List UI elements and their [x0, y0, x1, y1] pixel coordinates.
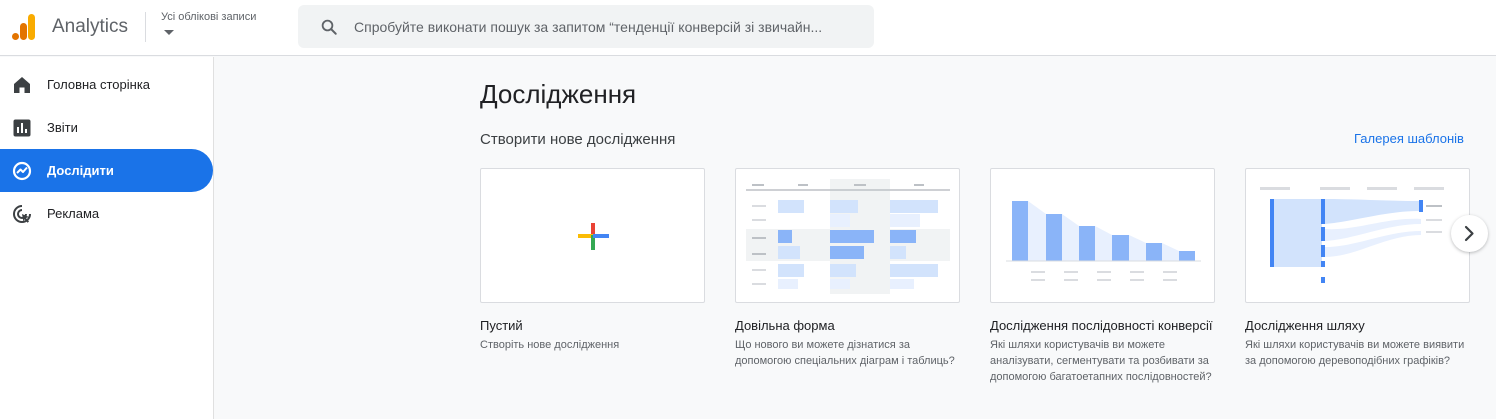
plus-icon: [578, 223, 609, 250]
page-title: Дослідження: [480, 79, 637, 109]
free-form-thumbnail: [746, 179, 950, 294]
bar-chart-icon: [13, 119, 31, 137]
nav-item-label: Звіти: [47, 120, 78, 135]
template-gallery-link[interactable]: Галерея шаблонів: [1354, 131, 1464, 146]
left-nav: Головна сторінка Звіти Дослідити Реклама: [0, 57, 214, 419]
analytics-logo-icon[interactable]: [12, 14, 36, 40]
funnel-exploration-card[interactable]: [990, 168, 1215, 303]
header-divider: [145, 12, 146, 42]
app-name: Analytics: [52, 16, 129, 37]
funnel-thumbnail: [1006, 201, 1201, 281]
nav-item-home[interactable]: Головна сторінка: [0, 63, 213, 106]
nav-item-explore[interactable]: Дослідити: [0, 149, 213, 192]
nav-item-label: Реклама: [47, 206, 100, 221]
card-title: Дослідження послідовності конверсії: [990, 318, 1213, 333]
path-thumbnail: [1260, 187, 1444, 283]
caret-down-icon[interactable]: [164, 30, 174, 35]
card-title: Дослідження шляху: [1245, 318, 1365, 333]
search-icon: [321, 19, 337, 35]
card-description: Створіть нове дослідження: [480, 339, 620, 351]
blank-exploration-card[interactable]: [480, 168, 705, 303]
carousel-next-button[interactable]: [1451, 215, 1488, 252]
nav-item-advertising[interactable]: Реклама: [0, 192, 213, 235]
top-app-bar: Analytics Усі облікові записи Спробуйте …: [0, 0, 1496, 56]
explore-icon: [12, 161, 32, 181]
section-title: Створити нове дослідження: [480, 131, 676, 148]
card-description: Які шляхи користувачів ви можете виявити…: [1245, 339, 1465, 367]
card-title: Довільна форма: [735, 318, 835, 333]
free-form-card[interactable]: [735, 168, 960, 303]
nav-item-reports[interactable]: Звіти: [0, 106, 213, 149]
card-description: Що нового ви можете дізнатися за допомог…: [735, 339, 955, 367]
nav-item-label: Дослідити: [47, 163, 114, 178]
chevron-right-icon: [1464, 225, 1474, 242]
search-input[interactable]: Спробуйте виконати пошук за запитом “тен…: [354, 19, 870, 35]
account-selector[interactable]: Усі облікові записи: [161, 11, 256, 23]
search-bar[interactable]: Спробуйте виконати пошук за запитом “тен…: [298, 5, 874, 48]
home-icon: [14, 77, 30, 93]
path-exploration-card[interactable]: [1245, 168, 1470, 303]
card-description: Які шляхи користувачів ви можете аналізу…: [990, 339, 1212, 383]
nav-item-label: Головна сторінка: [47, 77, 151, 92]
card-title: Пустий: [480, 318, 523, 333]
advertising-icon: [13, 205, 31, 223]
